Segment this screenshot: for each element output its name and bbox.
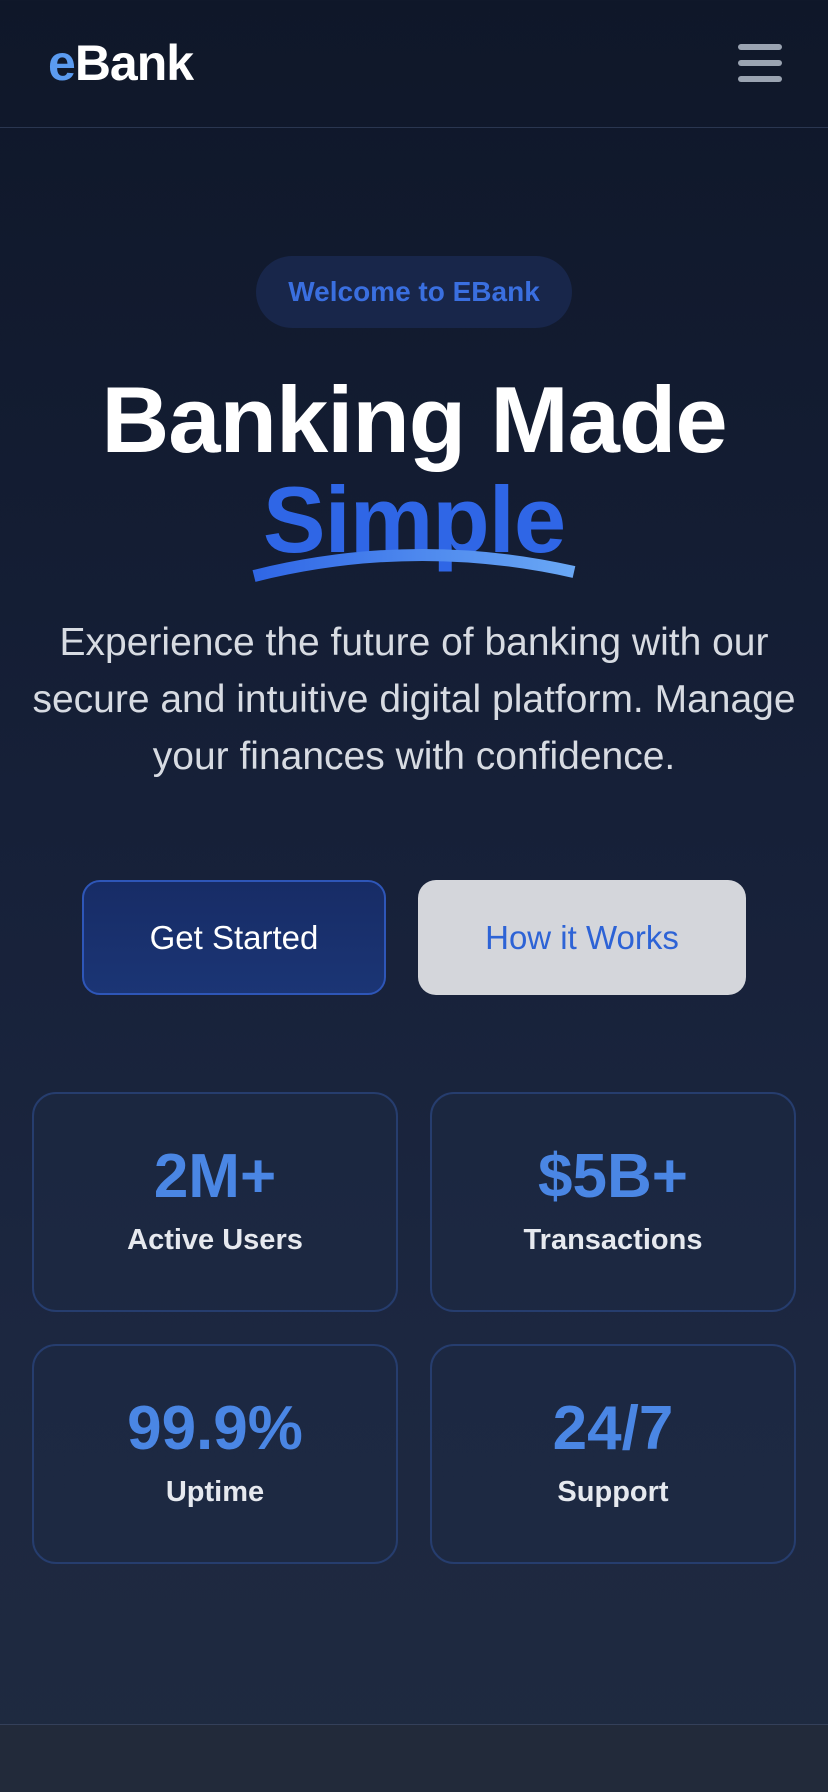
menu-line [738, 44, 782, 50]
menu-line [738, 76, 782, 82]
accent-underline-swoosh [252, 548, 576, 582]
stat-card-transactions: $5B+ Transactions [430, 1092, 796, 1312]
stat-label: Transactions [523, 1224, 703, 1256]
hamburger-menu-icon[interactable] [738, 44, 782, 82]
stat-value: $5B+ [538, 1142, 688, 1211]
top-nav-bar: eBank [0, 0, 828, 128]
welcome-badge: Welcome to EBank [256, 256, 572, 328]
hero-description: Experience the future of banking with ou… [32, 621, 796, 778]
menu-line [738, 60, 782, 66]
hero-accent-wrap: Simple [0, 470, 828, 582]
stat-card-active-users: 2M+ Active Users [32, 1092, 398, 1312]
hero-title: Banking Made [101, 367, 727, 472]
stat-label: Uptime [165, 1476, 265, 1508]
stat-value: 2M+ [153, 1142, 277, 1211]
logo-text: Bank [74, 35, 194, 91]
logo-prefix: e [48, 35, 76, 91]
stat-value: 99.9% [127, 1394, 303, 1463]
stat-label: Support [557, 1476, 669, 1508]
get-started-button[interactable]: Get Started [82, 880, 386, 995]
stat-label: Active Users [127, 1224, 303, 1256]
footer-section [0, 1724, 828, 1792]
how-it-works-button[interactable]: How it Works [418, 880, 746, 995]
stat-card-support: 24/7 Support [430, 1344, 796, 1564]
stat-card-uptime: 99.9% Uptime [32, 1344, 398, 1564]
ebank-logo[interactable]: eBank [48, 34, 194, 92]
stat-value: 24/7 [552, 1394, 674, 1463]
